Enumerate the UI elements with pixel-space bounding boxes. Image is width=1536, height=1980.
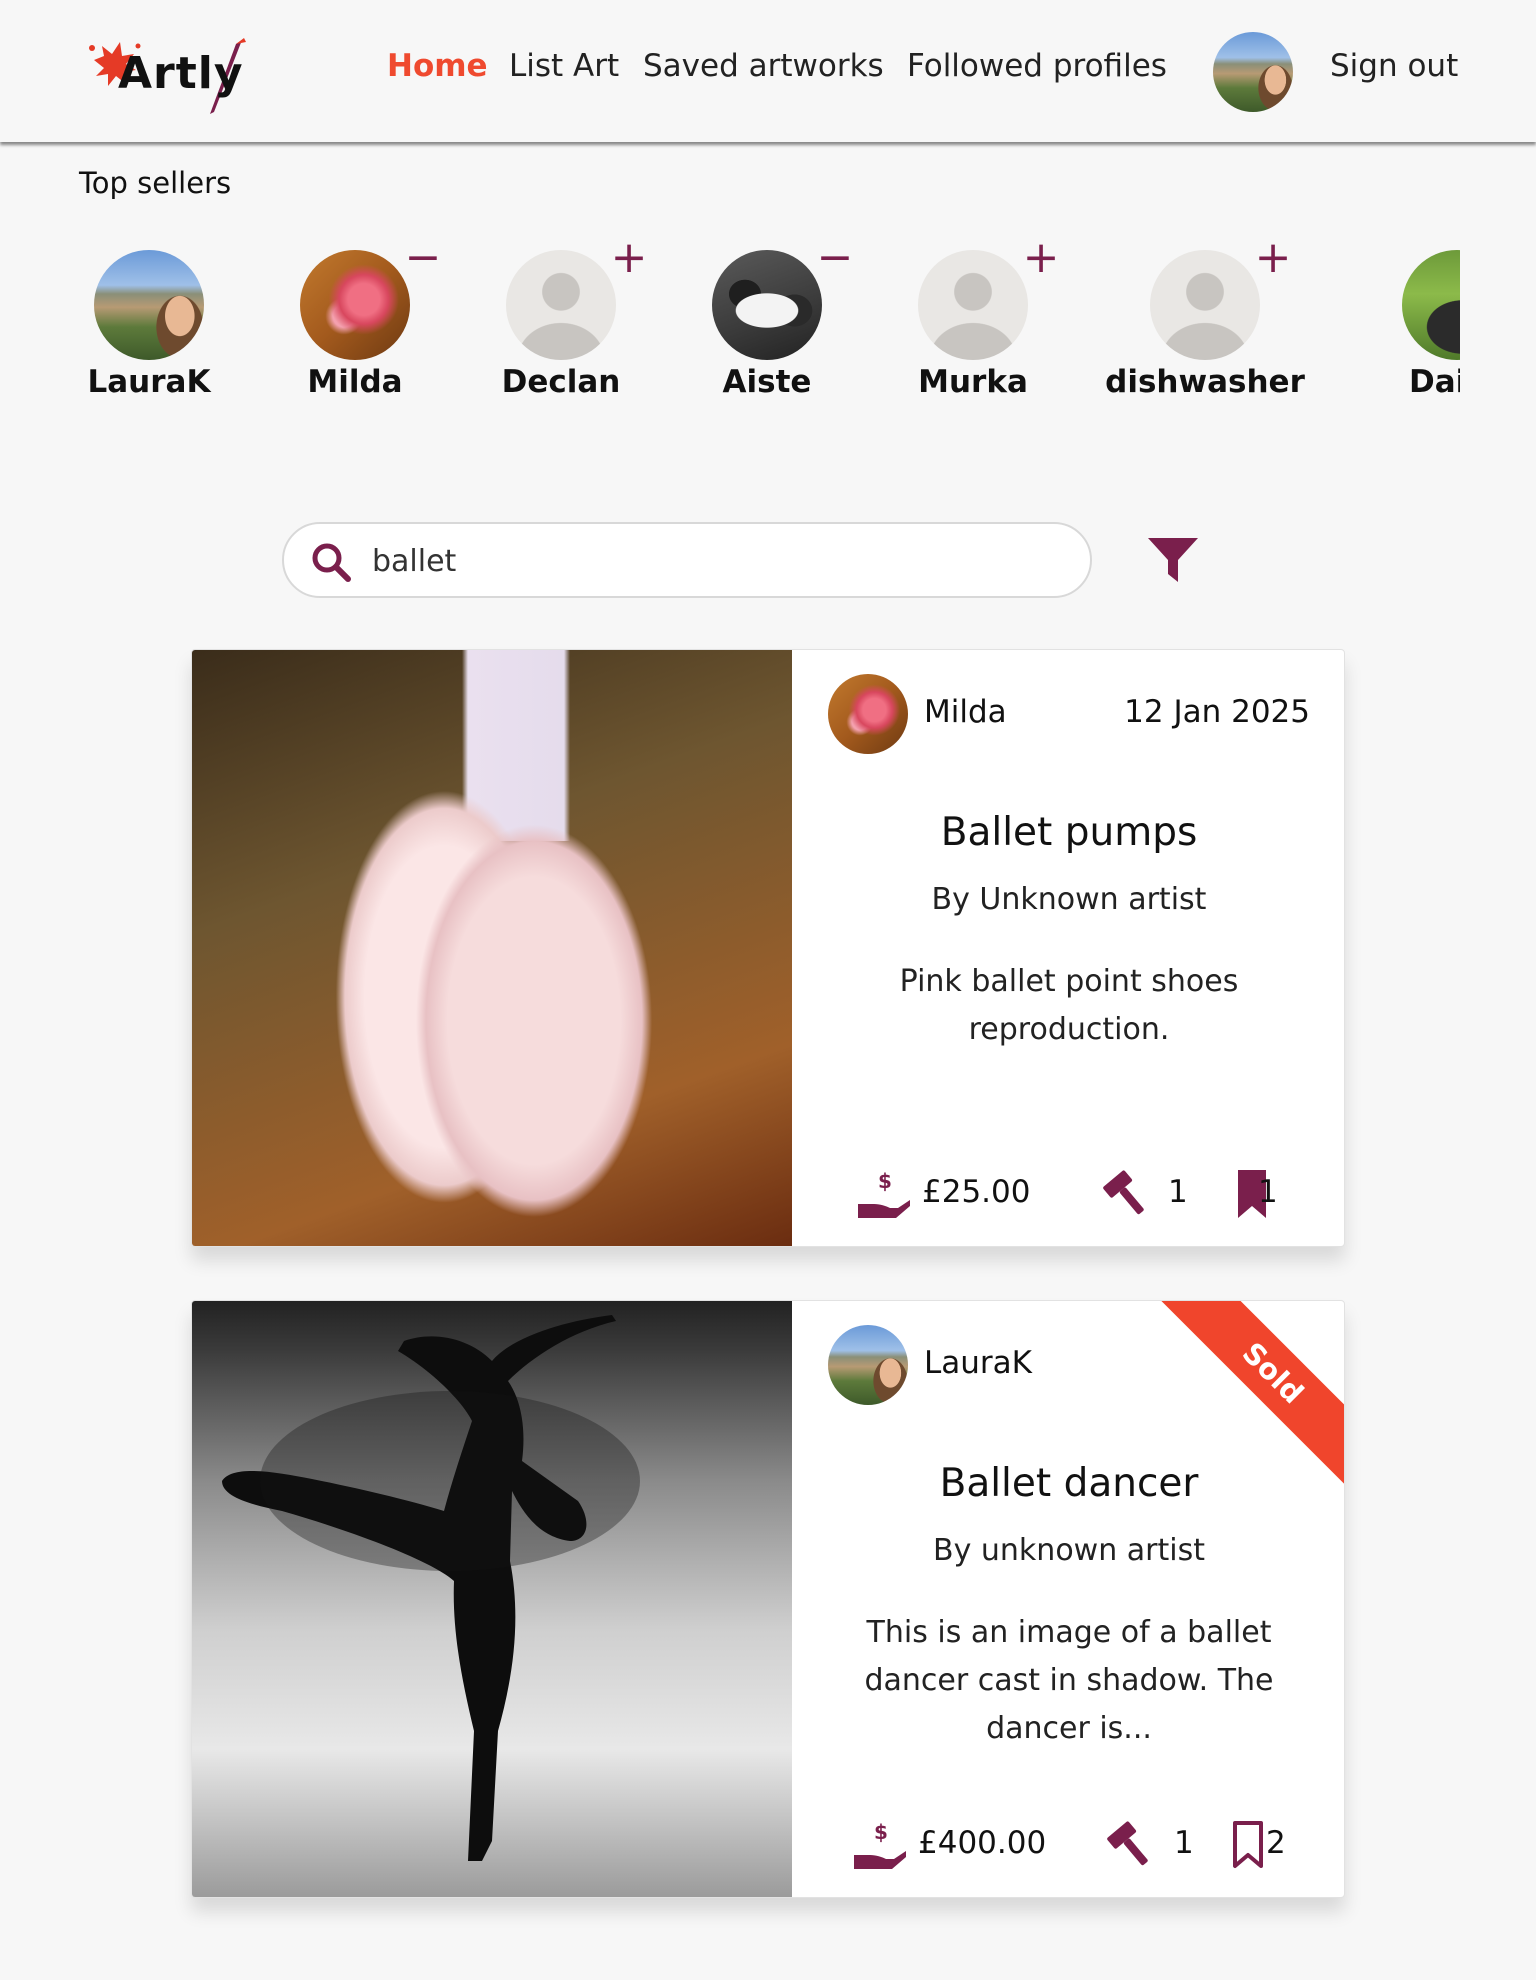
seller-avatar[interactable] (506, 250, 616, 360)
unfollow-minus-icon[interactable]: − (403, 240, 443, 280)
nav-home[interactable]: Home (387, 48, 488, 84)
seller-avatar[interactable] (94, 250, 204, 360)
owner-avatar[interactable] (828, 674, 908, 754)
seller-item[interactable]: − Aiste (667, 240, 867, 410)
seller-item[interactable]: LauraK (49, 240, 249, 410)
artwork-artist: By unknown artist (933, 1533, 1205, 1568)
artwork-price: £400.00 (918, 1825, 1047, 1861)
artwork-title: Ballet dancer (939, 1461, 1199, 1506)
post-date: 12 Jan 2025 (1124, 694, 1310, 730)
seller-name[interactable]: dishwasher (1105, 364, 1305, 400)
price-hand-icon: $ (858, 1169, 910, 1218)
artwork-stats: $ £25.00 1 1 (792, 1164, 1344, 1220)
artwork-title: Ballet pumps (940, 810, 1198, 855)
profile-avatar[interactable] (1213, 32, 1293, 112)
nav-list-art[interactable]: List Art (509, 48, 619, 84)
seller-name[interactable]: Aiste (667, 364, 867, 400)
svg-text:$: $ (878, 1169, 892, 1193)
artwork-card[interactable]: LauraK Sold Ballet dancer By unknown art… (191, 1300, 1345, 1898)
owner-name[interactable]: LauraK (924, 1345, 1032, 1381)
artwork-stats: $ £400.00 1 2 (792, 1815, 1344, 1871)
top-sellers-title: Top sellers (79, 166, 232, 200)
seller-item[interactable]: + Murka (873, 240, 1073, 410)
artwork-artist: By Unknown artist (931, 882, 1207, 917)
seller-name[interactable]: Daisy (1357, 364, 1460, 400)
nav-followed-profiles[interactable]: Followed profiles (907, 48, 1167, 84)
dancer-silhouette-icon (222, 1315, 640, 1861)
save-count: 1 (1258, 1174, 1278, 1210)
seller-item[interactable]: Daisy (1357, 240, 1460, 410)
artwork-details: Milda 12 Jan 2025 Ballet pumps By Unknow… (792, 650, 1344, 1246)
seller-avatar[interactable] (712, 250, 822, 360)
search-icon[interactable] (310, 541, 352, 583)
nav-saved-artworks[interactable]: Saved artworks (643, 48, 884, 84)
seller-item[interactable]: − Milda (255, 240, 455, 410)
seller-avatar[interactable] (1402, 250, 1460, 360)
seller-name[interactable]: Declan (461, 364, 661, 400)
artwork-description: This is an image of a ballet dancer cast… (864, 1615, 1274, 1746)
artwork-price: £25.00 (922, 1174, 1031, 1210)
bid-count: 1 (1174, 1825, 1194, 1861)
artwork-image[interactable] (192, 650, 792, 1246)
save-count: 2 (1266, 1825, 1286, 1861)
follow-plus-icon[interactable]: + (1021, 240, 1061, 280)
follow-plus-icon[interactable]: + (609, 240, 649, 280)
artly-logo[interactable]: Artly (86, 34, 256, 118)
follow-plus-icon[interactable]: + (1253, 240, 1293, 280)
nav-sign-out[interactable]: Sign out (1330, 48, 1458, 84)
seller-name[interactable]: LauraK (49, 364, 249, 400)
artwork-details: LauraK Sold Ballet dancer By unknown art… (792, 1301, 1344, 1897)
artwork-image[interactable] (192, 1301, 792, 1897)
seller-avatar[interactable] (918, 250, 1028, 360)
logo-wordmark: Artly (118, 48, 244, 99)
top-sellers-list: LauraK − Milda + Declan − Aiste + Murka … (0, 240, 1460, 420)
unfollow-minus-icon[interactable]: − (815, 240, 855, 280)
seller-name[interactable]: Murka (873, 364, 1073, 400)
search-bar (282, 522, 1092, 598)
filter-icon[interactable] (1146, 536, 1200, 584)
svg-text:$: $ (874, 1820, 888, 1844)
price-hand-icon: $ (854, 1820, 906, 1869)
search-input[interactable] (372, 536, 1062, 586)
owner-name[interactable]: Milda (924, 694, 1007, 730)
site-header: Artly Home List Art Saved artworks Follo… (0, 0, 1536, 142)
owner-avatar[interactable] (828, 1325, 908, 1405)
gavel-bid-icon[interactable] (1102, 1819, 1158, 1871)
bid-count: 1 (1168, 1174, 1188, 1210)
seller-name[interactable]: Milda (255, 364, 455, 400)
gavel-bid-icon[interactable] (1098, 1168, 1154, 1220)
seller-avatar[interactable] (300, 250, 410, 360)
seller-item[interactable]: + dishwasher (1105, 240, 1305, 410)
artwork-card[interactable]: Milda 12 Jan 2025 Ballet pumps By Unknow… (191, 649, 1345, 1247)
artwork-description: Pink ballet point shoes reproduction. (899, 964, 1239, 1047)
seller-avatar[interactable] (1150, 250, 1260, 360)
seller-item[interactable]: + Declan (461, 240, 661, 410)
